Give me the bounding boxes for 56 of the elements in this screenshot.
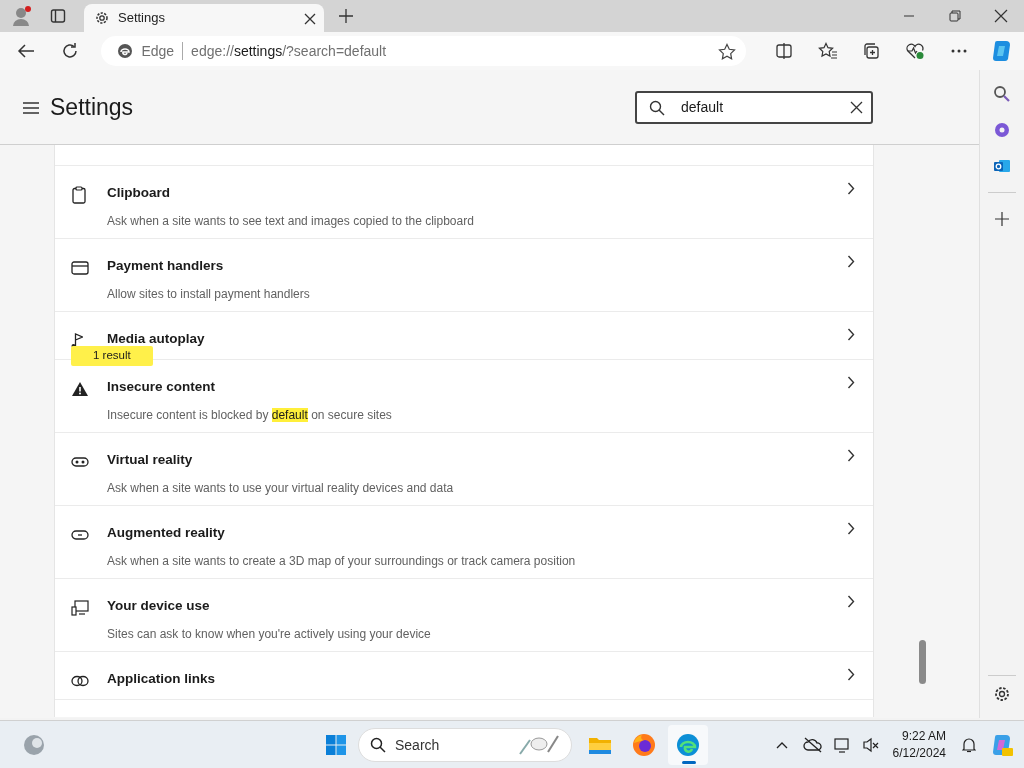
row-description: Ask when a site wants to use your virtual reality devices and data (107, 480, 454, 497)
row-description: Sites can ask to know when you're actively using your device (107, 626, 431, 643)
settings-row[interactable]: Clipboard Ask when a site wants to see text and images copied to the clipboard (55, 165, 873, 238)
row-description: Ask when a site wants to see text and images copied to the clipboard (107, 213, 474, 230)
settings-row[interactable]: Your device use Sites can ask to know when you're actively using your device (55, 578, 873, 651)
ar-glasses-icon (71, 528, 89, 541)
warning-icon (71, 380, 89, 397)
row-title: Insecure content (107, 378, 216, 396)
settings-search-field[interactable]: default (635, 90, 873, 124)
clock-time: 9:22 AM (900, 728, 946, 745)
search-icon (649, 99, 665, 116)
tab-title: Settings (118, 9, 166, 28)
clock-date: 6/12/2024 (892, 744, 946, 761)
search-icon (370, 736, 386, 753)
fox-globe-icon (632, 732, 656, 757)
taskbar-search-field[interactable]: Search (358, 727, 572, 762)
scrollbar-thumb[interactable] (919, 640, 926, 684)
gear-icon (94, 10, 110, 26)
row-title: Application links (107, 670, 215, 688)
row-title: Augmented reality (107, 524, 225, 542)
row-title: Media autoplay (107, 330, 205, 348)
chevron-right-icon (847, 668, 855, 681)
row-title: Your device use (107, 597, 210, 615)
vr-headset-icon (71, 455, 89, 468)
chevron-right-icon (847, 328, 855, 341)
chevron-right-icon (847, 595, 855, 608)
row-title: Virtual reality (107, 451, 193, 469)
link-icon (71, 674, 89, 687)
browser-tab[interactable]: Settings (84, 4, 324, 32)
site-label: Edge (141, 41, 175, 61)
row-title: Payment handlers (107, 257, 224, 275)
credit-card-icon (71, 260, 89, 275)
monitor-icon (71, 599, 89, 616)
browser-logo-icon (117, 43, 134, 59)
settings-row[interactable]: Virtual reality Ask when a site wants to use your virtual reality devices and data (55, 432, 873, 505)
clock[interactable]: 9:22 AM 6/12/2024 (892, 728, 946, 761)
page-title: Settings (50, 92, 134, 122)
url-text: edge://settings/?search=default (191, 41, 387, 61)
chevron-right-icon (847, 182, 855, 195)
address-bar[interactable]: Edge edge://settings/?search=default (101, 36, 747, 66)
chevron-right-icon (847, 449, 855, 462)
row-description: Allow sites to install payment handlers (107, 286, 310, 303)
clear-icon[interactable] (850, 100, 863, 114)
search-result-badge: 1 result (71, 346, 153, 366)
clipboard-icon (71, 185, 87, 204)
row-description: Insecure content is blocked by default on secure sites (107, 407, 392, 424)
taskbar-app[interactable] (668, 724, 708, 765)
row-title: Clipboard (107, 184, 170, 202)
row-description: Ask when a site wants to create a 3D map of your surroundings or track camera position (107, 553, 576, 570)
settings-row[interactable]: Augmented reality Ask when a site wants to create a 3D map of your surroundings or track camera position (55, 505, 873, 578)
settings-row[interactable]: Application links (55, 651, 873, 699)
chevron-right-icon (847, 255, 855, 268)
chevron-right-icon (847, 522, 855, 535)
browser-logo-icon (676, 732, 700, 757)
settings-row[interactable]: Payment handlers Allow sites to install payment handlers (55, 238, 873, 311)
chevron-right-icon (847, 376, 855, 389)
